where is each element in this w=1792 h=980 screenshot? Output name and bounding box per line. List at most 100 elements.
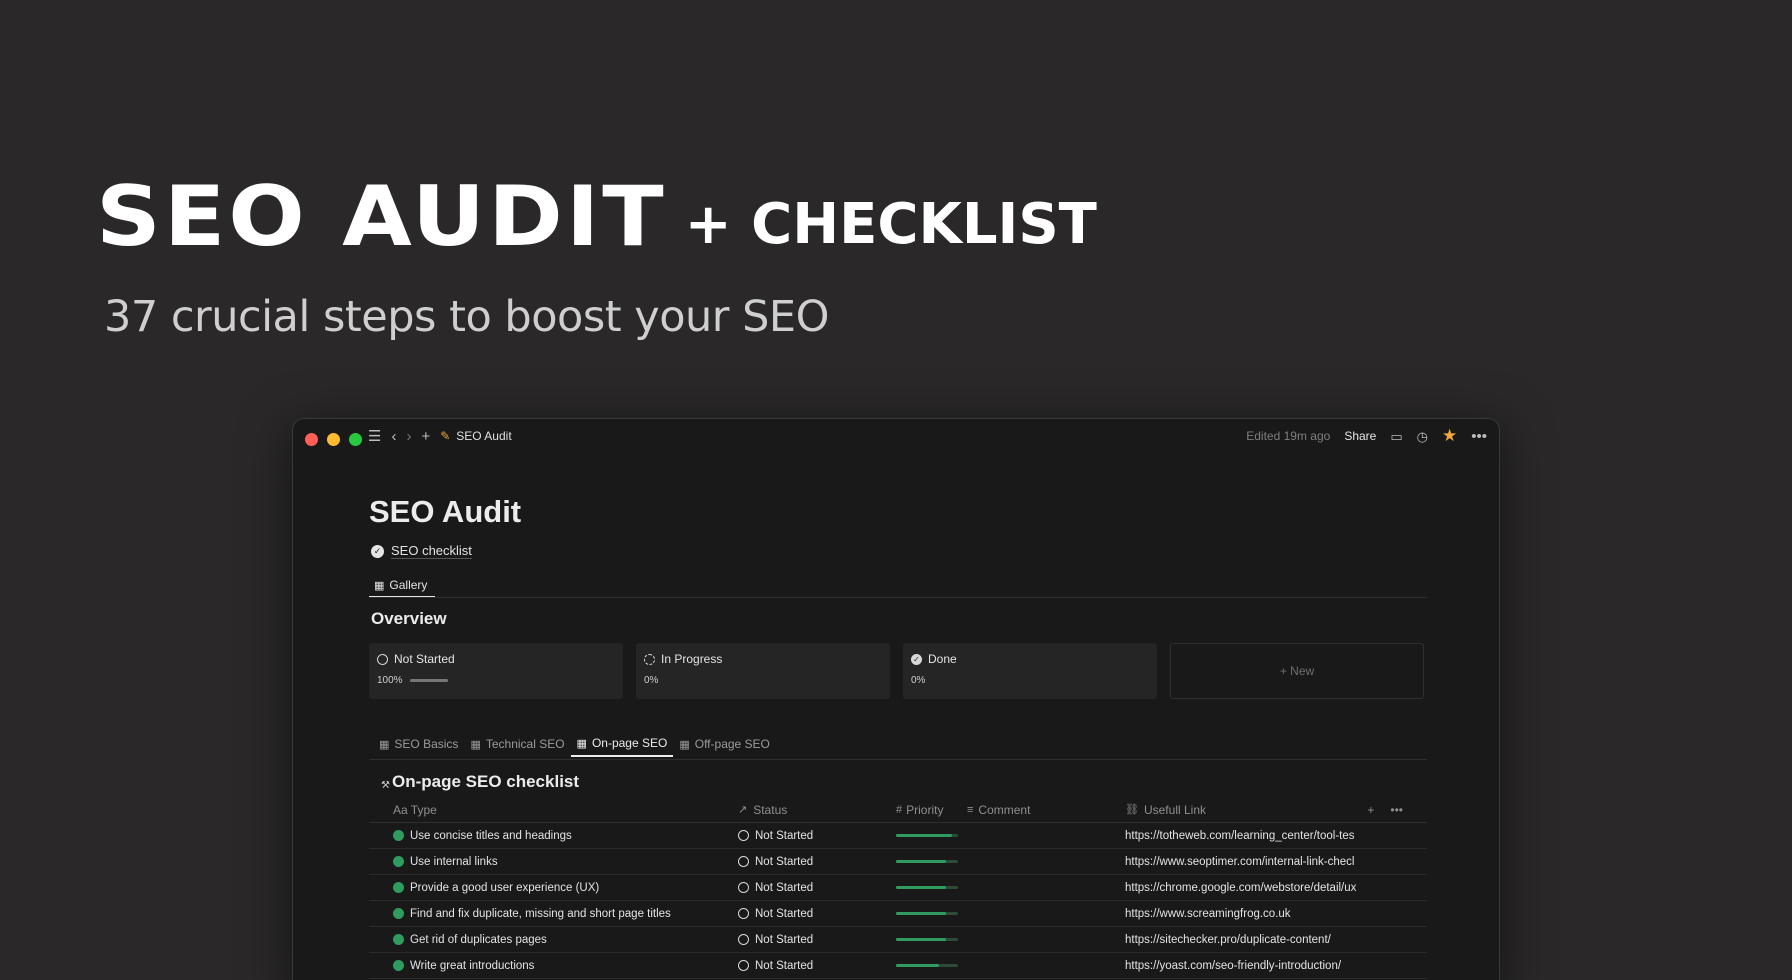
row-link-text: https://chrome.google.com/webstore/detai… [1125, 881, 1357, 894]
column-header-priority[interactable]: # Priority [892, 803, 967, 817]
maximize-window-button[interactable] [349, 432, 362, 446]
green-dot-icon [393, 960, 404, 971]
more-dots-icon[interactable]: ••• [1390, 803, 1403, 817]
hero-tagline: 37 crucial steps to boost your SEO [104, 292, 829, 342]
column-header-status[interactable]: ↗ Status [734, 803, 892, 817]
history-clock-icon[interactable]: ◷ [1417, 430, 1428, 443]
cell-type[interactable]: Find and fix duplicate, missing and shor… [369, 908, 734, 920]
row-link-text: https://totheweb.com/learning_center/too… [1125, 829, 1355, 842]
table-icon: ▦ [379, 738, 390, 751]
column-header-link[interactable]: ⛓ Usefull Link [1125, 803, 1365, 817]
share-button[interactable]: Share [1344, 429, 1376, 443]
tab-on-page-seo[interactable]: ▦ On-page SEO [570, 731, 674, 757]
favorite-star-icon[interactable]: ★ [1442, 426, 1457, 446]
table-row[interactable]: Find and fix duplicate, missing and shor… [369, 901, 1427, 927]
hash-icon: # [896, 803, 903, 816]
view-tabs: ▦ SEO Basics ▦ Technical SEO ▦ On-page S… [373, 731, 776, 757]
back-arrow-icon[interactable]: ‹ [391, 429, 396, 444]
cell-priority[interactable] [892, 964, 967, 967]
checklist-link[interactable]: ✓ SEO checklist [371, 543, 472, 559]
cell-priority[interactable] [892, 860, 967, 863]
table-row[interactable]: Provide a good user experience (UX) Not S… [369, 875, 1427, 901]
cell-status[interactable]: Not Started [734, 882, 892, 894]
breadcrumb[interactable]: ✎ SEO Audit [440, 429, 511, 443]
card-label: Not Started [394, 652, 455, 666]
row-status-text: Not Started [755, 855, 814, 868]
titlebar-actions: Edited 19m ago Share ▭ ◷ ★ ••• [1246, 426, 1487, 446]
tab-label: Off-page SEO [694, 737, 770, 751]
card-done[interactable]: ✓ Done 0% [903, 643, 1157, 699]
cell-type[interactable]: Get rid of duplicates pages [369, 934, 734, 946]
row-link-text: https://www.seoptimer.com/internal-link-… [1125, 855, 1355, 868]
page-emoji-icon: ✎ [440, 429, 451, 443]
priority-bar [896, 938, 958, 941]
cell-priority[interactable] [892, 886, 967, 889]
priority-bar [896, 912, 958, 915]
edited-timestamp: Edited 19m ago [1246, 429, 1331, 443]
circle-icon [738, 960, 749, 971]
tab-gallery[interactable]: ▦ Gallery [369, 574, 435, 598]
checklist-link-label: SEO checklist [391, 543, 472, 559]
cell-status[interactable]: Not Started [734, 960, 892, 972]
circle-icon [738, 882, 749, 893]
hero-title-main: SEO AUDIT [96, 168, 667, 265]
cell-status[interactable]: Not Started [734, 830, 892, 842]
tab-label: Technical SEO [485, 737, 565, 751]
checklist-table: Aa Type ↗ Status # Priority ≡ Comment ⛓ Usef… [369, 797, 1427, 979]
cell-link[interactable]: https://totheweb.com/learning_center/too… [1125, 830, 1365, 842]
gallery-grid-icon: ▦ [374, 579, 385, 592]
tab-technical-seo[interactable]: ▦ Technical SEO [464, 731, 570, 757]
cell-status[interactable]: Not Started [734, 934, 892, 946]
cell-link[interactable]: https://sitechecker.pro/duplicate-conten… [1125, 934, 1365, 946]
card-in-progress[interactable]: In Progress 0% [636, 643, 890, 699]
add-column-icon[interactable]: + [1367, 803, 1374, 817]
app-window: ☰ ‹ › + ✎ SEO Audit Edited 19m ago Share… [292, 418, 1500, 980]
card-not-started[interactable]: Not Started 100% [369, 643, 623, 699]
plus-icon[interactable]: + [421, 429, 430, 444]
arrow-icon: ↗ [738, 804, 748, 816]
tab-seo-basics[interactable]: ▦ SEO Basics [373, 731, 464, 757]
cell-link[interactable]: https://www.seoptimer.com/internal-link-… [1125, 856, 1365, 868]
row-type-text: Provide a good user experience (UX) [410, 881, 600, 894]
row-type-text: Write great introductions [410, 959, 535, 972]
cell-priority[interactable] [892, 834, 967, 837]
new-card-button[interactable]: + New [1170, 643, 1424, 699]
tab-off-page-seo[interactable]: ▦ Off-page SEO [673, 731, 776, 757]
more-dots-icon[interactable]: ••• [1471, 429, 1487, 444]
priority-fill [896, 938, 946, 941]
priority-bar [896, 834, 958, 837]
cell-status[interactable]: Not Started [734, 908, 892, 920]
priority-fill [896, 834, 952, 837]
comment-icon[interactable]: ▭ [1390, 430, 1402, 443]
minimize-window-button[interactable] [327, 432, 340, 446]
progress-bar [409, 679, 448, 682]
divider [369, 597, 1427, 598]
cell-type[interactable]: Provide a good user experience (UX) [369, 882, 734, 894]
cell-link[interactable]: https://www.screamingfrog.co.uk [1125, 908, 1365, 920]
circle-icon [377, 653, 388, 665]
row-type-text: Use concise titles and headings [410, 829, 572, 842]
breadcrumb-title: SEO Audit [456, 429, 512, 443]
cell-type[interactable]: Use concise titles and headings [369, 830, 734, 842]
cell-priority[interactable] [892, 912, 967, 915]
table-row[interactable]: Get rid of duplicates pages Not Started ht… [369, 927, 1427, 953]
cell-link[interactable]: https://chrome.google.com/webstore/detai… [1125, 882, 1365, 894]
close-window-button[interactable] [305, 432, 318, 446]
priority-fill [896, 964, 940, 967]
column-header-comment[interactable]: ≡ Comment [967, 803, 1125, 817]
cell-status[interactable]: Not Started [734, 856, 892, 868]
cell-type[interactable]: Use internal links [369, 856, 734, 868]
circle-icon [738, 908, 749, 919]
row-link-text: https://www.screamingfrog.co.uk [1125, 907, 1291, 920]
table-icon: ▦ [576, 737, 587, 750]
cell-priority[interactable] [892, 938, 967, 941]
column-header-type[interactable]: Aa Type [369, 803, 734, 817]
section-title: ⚒ On-page SEO checklist [381, 772, 579, 792]
cell-type[interactable]: Write great introductions [369, 960, 734, 972]
sidebar-toggle-icon[interactable]: ☰ [368, 429, 381, 444]
cell-link[interactable]: https://yoast.com/seo-friendly-introduct… [1125, 960, 1365, 972]
table-row[interactable]: Write great introductions Not Started http… [369, 953, 1427, 979]
table-row[interactable]: Use internal links Not Started https://www… [369, 849, 1427, 875]
table-row[interactable]: Use concise titles and headings Not Start… [369, 823, 1427, 849]
forward-arrow-icon[interactable]: › [406, 429, 411, 444]
